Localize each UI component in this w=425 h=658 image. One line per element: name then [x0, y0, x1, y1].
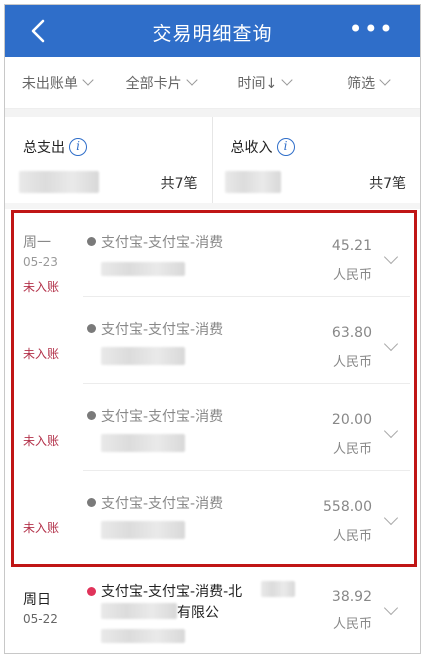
- chevron-down-icon: [379, 74, 391, 86]
- filter-label: 全部卡片: [125, 75, 182, 92]
- blurred-detail: [101, 629, 185, 643]
- info-icon[interactable]: i: [276, 138, 295, 156]
- currency: 人民币: [332, 617, 372, 632]
- chevron-down-icon: [82, 74, 94, 86]
- blurred-detail: [261, 581, 295, 597]
- merchant-name-cont: 有限公: [177, 605, 219, 621]
- income-count: 共7笔: [369, 176, 406, 192]
- divider-band: [5, 203, 420, 209]
- highlight-box: [11, 210, 417, 567]
- filter-unbilled[interactable]: 未出账单: [5, 57, 109, 108]
- filter-label: 时间↓: [237, 75, 278, 92]
- blurred-amount: [19, 171, 99, 193]
- more-menu-icon[interactable]: •••: [349, 15, 394, 43]
- status-dot: [87, 587, 96, 596]
- expense-count: 共7笔: [160, 176, 198, 192]
- total-income: 总收入 i 共7笔: [213, 117, 421, 203]
- filter-screen[interactable]: 筛选: [316, 57, 420, 108]
- merchant-name: 支付宝-支付宝-消费-北: [101, 584, 243, 600]
- expense-label: 总支出: [23, 140, 65, 156]
- info-icon[interactable]: i: [69, 138, 87, 156]
- chevron-down-icon: [281, 74, 293, 86]
- filter-time[interactable]: 时间↓: [213, 57, 317, 108]
- income-label: 总收入: [230, 140, 273, 156]
- title-bar: 交易明细查询 •••: [5, 5, 420, 57]
- summary-panel: 总支出 i 共7笔 总收入 i 共7笔: [5, 117, 420, 203]
- divider-band: [5, 109, 420, 117]
- filter-label: 筛选: [347, 75, 376, 92]
- chevron-down-icon: [185, 74, 198, 86]
- filter-bar: 未出账单 全部卡片 时间↓ 筛选: [5, 57, 420, 109]
- blurred-amount: [224, 171, 281, 193]
- blurred-detail: [101, 603, 177, 619]
- amount: 38.92: [331, 589, 372, 605]
- filter-label: 未出账单: [21, 75, 78, 92]
- total-expense: 总支出 i 共7笔: [5, 117, 213, 203]
- date: 05-22: [23, 612, 58, 626]
- transaction-row[interactable]: 周日 05-22 支付宝-支付宝-消费-北 有限公 38.92 人民币: [5, 567, 420, 653]
- chevron-down-icon[interactable]: [383, 600, 399, 616]
- app-screen: 交易明细查询 ••• 未出账单 全部卡片 时间↓ 筛选 总支出 i 共7笔 总收…: [4, 4, 421, 654]
- filter-all-cards[interactable]: 全部卡片: [109, 57, 213, 108]
- weekday: 周日: [23, 592, 51, 608]
